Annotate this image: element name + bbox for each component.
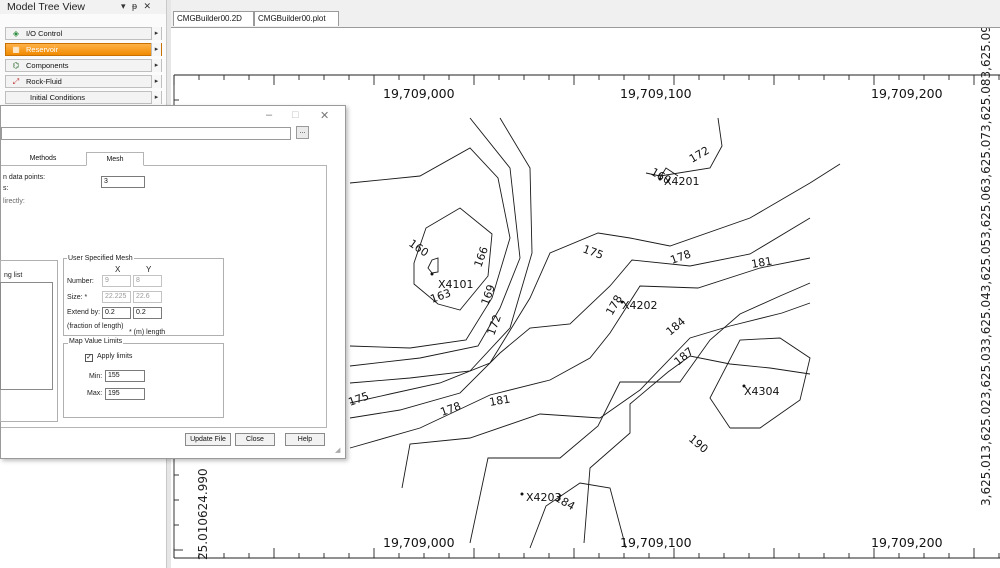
well-label: X4101 <box>438 278 474 291</box>
panel-controls[interactable]: ▾ ᵽ ✕ <box>121 1 153 12</box>
apply-limits-checkbox[interactable]: ✓ <box>85 354 93 362</box>
contour-label: 172 <box>485 313 504 337</box>
map-limits-title: Map Value Limits <box>68 338 124 345</box>
tree-item-io-control[interactable]: ◈ I/O Control ▸ <box>5 27 162 40</box>
tree-item-components[interactable]: ⌬ Components ▸ <box>5 59 162 72</box>
well-label: X4203 <box>526 491 562 504</box>
chevron-right-icon[interactable]: ▸ <box>151 59 161 72</box>
help-button[interactable]: Help <box>285 433 325 446</box>
contour-label: 181 <box>488 393 511 409</box>
contour-187 <box>469 282 811 544</box>
data-points-input[interactable]: 3 <box>101 176 145 188</box>
tab-cmgbuilder-plot[interactable]: CMGBuilder00.plot <box>254 11 339 26</box>
tab-cmgbuilder-2d[interactable]: CMGBuilder00.2D <box>173 11 254 26</box>
reservoir-icon: ▦ <box>12 45 20 54</box>
x-label-bottom: 19,709,000 <box>383 535 455 550</box>
contour-label: 175 <box>347 389 371 408</box>
x-label-top: 19,709,000 <box>383 86 455 101</box>
right-axis-label: 3,625.013,625.023,625.033,625.043,625.05… <box>979 28 993 506</box>
contour-label: 181 <box>750 255 773 271</box>
contour-label: 178 <box>439 399 463 418</box>
contour-181 <box>349 257 811 449</box>
contour-label: 190 <box>686 432 710 455</box>
mesh-tab-panel: n data points: 3 s: lirectly: ng list Us… <box>0 166 327 428</box>
close-window-button[interactable]: ✕ <box>320 109 329 122</box>
directly-label: lirectly: <box>3 198 25 205</box>
io-icon: ◈ <box>12 29 20 38</box>
max-input[interactable]: 195 <box>105 388 145 400</box>
maximize-button[interactable]: □ <box>292 109 299 121</box>
update-file-button[interactable]: Update File <box>185 433 231 446</box>
minimize-button[interactable]: – <box>266 109 272 121</box>
contour-175 <box>349 163 841 404</box>
model-tree-title: Model Tree View <box>7 1 86 13</box>
user-mesh-title: User Specified Mesh <box>67 255 134 262</box>
well-label: X4201 <box>664 175 700 188</box>
tree-item-rock-fluid[interactable]: ⤢ Rock-Fluid ▸ <box>5 75 162 88</box>
chevron-right-icon[interactable]: ▸ <box>151 91 161 104</box>
x-label-bottom: 19,709,200 <box>871 535 943 550</box>
tree-item-initial-conditions[interactable]: Initial Conditions ▸ <box>5 91 162 104</box>
size-y-input[interactable]: 22.6 <box>133 291 162 303</box>
length-note: * (m) length <box>129 329 166 336</box>
number-label: Number: <box>67 278 94 285</box>
components-icon: ⌬ <box>12 61 20 70</box>
left-axis-label: 25.010624.990 <box>196 468 210 560</box>
x-label-bottom: 19,709,100 <box>620 535 692 550</box>
well-label: X4304 <box>744 385 780 398</box>
chevron-right-icon[interactable]: ▸ <box>151 27 161 40</box>
tab-mesh[interactable]: Mesh <box>86 152 144 166</box>
contour-label: 166 <box>472 245 491 269</box>
contour-160 <box>427 257 439 274</box>
ng-list-label: ng list <box>4 272 23 279</box>
document-tab-bar: CMGBuilder00.2D CMGBuilder00.plot <box>167 0 1000 28</box>
contour-190-right <box>709 337 811 429</box>
number-x-input[interactable]: 9 <box>102 275 131 287</box>
extend-y-input[interactable]: 0.2 <box>133 307 162 319</box>
x-axis-labels: 19,709,000 19,709,100 19,709,200 19,709,… <box>383 86 943 550</box>
col-y-header: Y <box>146 265 152 274</box>
x-label-top: 19,709,100 <box>620 86 692 101</box>
contour-label: 184 <box>664 315 688 338</box>
file-list[interactable] <box>0 282 53 390</box>
close-button[interactable]: Close <box>235 433 275 446</box>
chevron-right-icon[interactable]: ▸ <box>151 75 161 88</box>
s-label: s: <box>3 185 9 192</box>
size-label: Size: * <box>67 294 88 301</box>
rockfluid-icon: ⤢ <box>12 77 20 86</box>
browse-button[interactable]: ... <box>296 126 309 139</box>
extend-label: Extend by: <box>67 309 101 316</box>
chevron-right-icon[interactable]: ▸ <box>151 43 161 56</box>
mesh-settings-dialog: – □ ✕ ... Methods Mesh n data points: 3 … <box>0 105 346 459</box>
resize-grip-icon[interactable]: ◢ <box>335 446 340 454</box>
contour-label: 178 <box>669 247 693 266</box>
apply-limits-label: Apply limits <box>97 353 133 360</box>
file-path-input[interactable] <box>1 127 291 140</box>
contour-label: 172 <box>687 144 712 166</box>
min-label: Min: <box>89 373 103 380</box>
x-label-top: 19,709,200 <box>871 86 943 101</box>
fraction-label: (fraction of length) <box>67 323 124 330</box>
contour-lines <box>349 117 841 549</box>
contour-label: 169 <box>479 283 498 307</box>
extend-x-input[interactable]: 0.2 <box>102 307 131 319</box>
well-label: X4202 <box>622 299 658 312</box>
size-x-input[interactable]: 22.225 <box>102 291 131 303</box>
model-tree-panel: Model Tree View ▾ ᵽ ✕ ◈ I/O Control ▸ ▦ … <box>0 0 167 106</box>
col-x-header: X <box>115 265 121 274</box>
contour-label: 160 <box>406 237 431 260</box>
min-input[interactable]: 155 <box>105 370 145 382</box>
tab-methods[interactable]: Methods <box>5 152 81 166</box>
number-y-input[interactable]: 8 <box>133 275 162 287</box>
tree-item-reservoir[interactable]: ▦ Reservoir ▸ <box>5 43 162 56</box>
data-points-label: n data points: <box>3 174 46 181</box>
max-label: Max: <box>87 390 103 397</box>
contour-label: 175 <box>581 243 605 262</box>
